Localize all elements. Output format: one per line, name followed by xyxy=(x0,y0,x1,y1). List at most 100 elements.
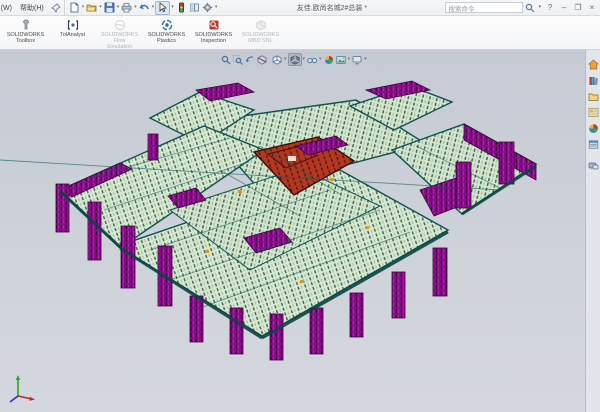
view-settings-caret[interactable]: ▾ xyxy=(364,57,367,62)
addin-flow-simulation-button[interactable]: SOLIDWORKS Flow Simulation xyxy=(96,18,143,50)
help-button[interactable]: ? xyxy=(544,2,556,14)
home-icon xyxy=(588,59,599,70)
custom-properties-icon xyxy=(588,139,599,150)
search-caret[interactable]: ▾ xyxy=(538,5,541,10)
edit-appearance-icon xyxy=(324,55,334,65)
hide-show-items-caret[interactable]: ▾ xyxy=(319,57,322,62)
title-bar: 窗口(W) 帮助(H) ▾ ▾ xyxy=(0,0,600,16)
solidworks-window: 窗口(W) 帮助(H) ▾ ▾ xyxy=(0,0,600,412)
pin-menu-icon[interactable] xyxy=(51,3,61,13)
assembly-model[interactable] xyxy=(0,50,600,412)
previous-view-button[interactable] xyxy=(244,53,256,66)
zoom-to-fit-button[interactable] xyxy=(220,53,232,66)
view-settings-icon xyxy=(352,55,362,65)
graphics-viewport[interactable]: ▾ ▾ ▾ xyxy=(0,50,600,412)
print-button[interactable] xyxy=(120,1,133,15)
display-style-icon xyxy=(290,55,300,65)
reference-triad xyxy=(4,374,38,404)
plastics-icon xyxy=(161,19,173,31)
addin-label: Plastics xyxy=(157,38,176,44)
rebuild-button[interactable] xyxy=(175,1,188,15)
select-cursor-icon xyxy=(157,2,168,13)
new-document-icon xyxy=(69,2,80,13)
previous-view-icon xyxy=(245,55,255,65)
zoom-to-fit-icon xyxy=(221,55,231,65)
mbd-icon xyxy=(255,19,267,31)
hide-show-items-icon xyxy=(307,55,317,65)
settings-caret[interactable]: ▾ xyxy=(215,5,218,10)
command-manager: SOLIDWORKS Toolbox TolAnalyst SOLIDWORKS… xyxy=(0,16,600,50)
tolanalyst-icon xyxy=(67,19,79,31)
addin-plastics-button[interactable]: SOLIDWORKS Plastics xyxy=(143,18,190,44)
gear-icon xyxy=(202,2,213,13)
view-palette-button[interactable] xyxy=(587,106,600,119)
hide-show-items-button[interactable] xyxy=(306,53,318,66)
section-view-icon xyxy=(257,55,267,65)
restore-button[interactable]: ❐ xyxy=(572,2,584,14)
forum-button[interactable] xyxy=(587,160,600,173)
minimize-button[interactable]: – xyxy=(558,2,570,14)
view-palette-icon xyxy=(588,107,599,118)
zoom-to-area-icon xyxy=(233,55,243,65)
addin-label: MBD SNL xyxy=(248,38,272,44)
design-library-button[interactable] xyxy=(587,74,600,87)
search-input[interactable]: 搜索命令 xyxy=(445,2,523,13)
open-button[interactable] xyxy=(85,1,98,15)
titlebar-right: 搜索命令 ▾ ? – ❐ × xyxy=(445,2,600,14)
view-settings-button[interactable] xyxy=(351,53,363,66)
resources-home-button[interactable] xyxy=(587,58,600,71)
zoom-to-area-button[interactable] xyxy=(232,53,244,66)
menu-window[interactable]: 窗口(W) xyxy=(0,3,16,13)
display-style-button[interactable] xyxy=(288,53,302,66)
search-icon[interactable] xyxy=(525,3,535,13)
select-button[interactable] xyxy=(155,1,170,15)
new-caret[interactable]: ▾ xyxy=(82,5,85,10)
toolbox-icon xyxy=(20,19,32,31)
view-orientation-icon xyxy=(272,55,282,65)
flow-simulation-icon xyxy=(114,19,126,31)
inspection-icon xyxy=(208,19,220,31)
document-title: 友佳.欧尚名城2#总装 * xyxy=(218,3,445,13)
undo-caret[interactable]: ▾ xyxy=(152,5,155,10)
search-placeholder: 搜索命令 xyxy=(448,3,474,13)
forum-icon xyxy=(588,161,599,172)
file-explorer-button[interactable] xyxy=(587,90,600,103)
design-library-icon xyxy=(588,75,599,86)
task-pane xyxy=(585,50,600,412)
display-style-caret[interactable]: ▾ xyxy=(303,57,306,62)
addin-label: TolAnalyst xyxy=(60,32,85,38)
addin-mbd-button[interactable]: SOLIDWORKS MBD SNL xyxy=(237,18,284,44)
apply-scene-caret[interactable]: ▾ xyxy=(348,57,351,62)
save-caret[interactable]: ▾ xyxy=(117,5,120,10)
undo-arrow-icon xyxy=(139,2,150,13)
heads-up-toolbar: ▾ ▾ ▾ xyxy=(220,53,368,66)
save-button[interactable] xyxy=(103,1,116,15)
appearances-button[interactable] xyxy=(587,122,600,135)
quick-access-toolbar: ▾ ▾ ▾ ▾ xyxy=(64,0,219,16)
settings-button[interactable] xyxy=(201,1,214,15)
undo-button[interactable] xyxy=(138,1,151,15)
print-caret[interactable]: ▾ xyxy=(134,5,137,10)
addin-label: Inspection xyxy=(201,38,226,44)
new-button[interactable] xyxy=(68,1,81,15)
options-book-button[interactable] xyxy=(188,1,201,15)
edit-appearance-button[interactable] xyxy=(323,53,335,66)
addin-label: Toolbox xyxy=(16,38,35,44)
addin-inspection-button[interactable]: SOLIDWORKS Inspection xyxy=(190,18,237,44)
view-orientation-caret[interactable]: ▾ xyxy=(284,57,287,62)
select-caret[interactable]: ▾ xyxy=(171,5,174,10)
traffic-light-icon xyxy=(176,2,187,13)
section-view-button[interactable] xyxy=(256,53,268,66)
addin-tolanalyst-button[interactable]: TolAnalyst xyxy=(49,18,96,38)
apply-scene-button[interactable] xyxy=(335,53,347,66)
addin-toolbox-button[interactable]: SOLIDWORKS Toolbox xyxy=(2,18,49,44)
open-caret[interactable]: ▾ xyxy=(99,5,102,10)
close-button[interactable]: × xyxy=(586,2,598,14)
menu-help[interactable]: 帮助(H) xyxy=(16,3,48,13)
options-book-icon xyxy=(189,2,200,13)
open-folder-icon xyxy=(86,2,97,13)
printer-icon xyxy=(121,2,132,13)
view-orientation-button[interactable] xyxy=(271,53,283,66)
save-disk-icon xyxy=(104,2,115,13)
custom-properties-button[interactable] xyxy=(587,138,600,151)
